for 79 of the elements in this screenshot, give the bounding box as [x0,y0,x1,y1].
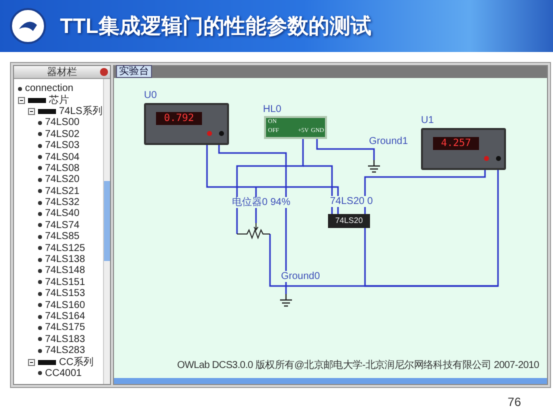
component-label: Ground0 [281,271,320,282]
voltmeter[interactable]: 0.792 [144,103,229,145]
leaf-dot-icon [38,189,42,194]
component-label: HL0 [263,104,282,115]
tree-item[interactable]: 74LS85 [45,231,80,242]
tree-item[interactable]: 74LS03 [45,140,80,152]
leaf-dot-icon [38,303,42,308]
meter-readout: 4.257 [433,137,479,150]
leaf-dot-icon [38,234,42,239]
vertical-scrollbar[interactable] [103,79,110,384]
workbench-tab[interactable]: 实验台 [116,65,152,78]
leaf-dot-icon [38,223,42,228]
tree-item[interactable]: 74LS175 [45,322,86,334]
panel-title: 器材栏 [47,66,77,79]
tree-item[interactable]: 74LS151 [45,276,86,288]
chip-icon [38,360,56,365]
ic-chip[interactable]: 74LS20 [328,214,370,228]
tree-item[interactable]: connection [25,83,74,94]
meter-readout: 0.792 [156,112,202,125]
component-label: U1 [421,115,434,126]
tree-item[interactable]: 74LS32 [45,197,80,208]
component-label: Ground1 [369,136,408,147]
slide-title: TTL集成逻辑门的性能参数的测试 [60,14,372,40]
leaf-dot-icon [38,132,42,136]
page-number: 76 [508,395,521,409]
leaf-dot-icon [38,371,42,376]
leaf-dot-icon [38,280,42,284]
potentiometer-icon [236,222,270,240]
voltmeter[interactable]: 4.257 [421,128,506,170]
copyright-text: OWLab DCS3.0.0 版权所有@北京邮电大学-北京润尼尔网络科技有限公司 2007-2010 [177,358,539,372]
tree-item[interactable]: 74LS系列 [59,106,102,117]
leaf-dot-icon [18,86,22,91]
tree-item[interactable]: 74LS21 [45,186,80,197]
leaf-dot-icon [38,292,42,296]
chip-icon [28,98,46,103]
leaf-dot-icon [38,155,42,160]
university-logo-icon [10,8,46,44]
leaf-dot-icon [38,337,42,342]
leaf-dot-icon [38,326,42,330]
horizontal-scrollbar[interactable] [114,378,547,384]
expand-toggle[interactable] [18,96,25,104]
expand-toggle[interactable] [28,108,35,115]
leaf-dot-icon [38,348,42,353]
leaf-dot-icon [38,246,42,250]
component-label: 74LS20 0 [330,196,373,207]
tree-item[interactable]: 74LS02 [45,128,80,140]
tree-item[interactable]: 74LS148 [45,265,86,276]
tree-item[interactable]: 74LS138 [45,254,86,266]
tree-item[interactable]: 74LS283 [45,345,86,356]
leaf-dot-icon [38,212,42,216]
component-label: 电位器0 94% [232,197,290,208]
tree-item[interactable]: 74LS00 [45,117,80,128]
leaf-dot-icon [38,144,42,148]
leaf-dot-icon [38,314,42,318]
tree-item[interactable]: CC4001 [45,368,82,379]
tree-item[interactable]: 芯片 [49,94,69,106]
close-icon[interactable] [100,68,108,76]
leaf-dot-icon [38,178,42,182]
tree-item[interactable]: 74LS160 [45,300,86,311]
tree-item[interactable]: 74LS08 [45,162,80,174]
leaf-dot-icon [38,120,42,125]
leaf-dot-icon [38,166,42,170]
leaf-dot-icon [38,258,42,262]
leaf-dot-icon [38,268,42,273]
expand-toggle[interactable] [28,358,35,366]
tree-item[interactable]: 74LS153 [45,288,86,300]
tree-item[interactable]: 74LS20 [45,174,80,186]
leaf-dot-icon [38,200,42,205]
tree-item[interactable]: 74LS40 [45,208,80,220]
tree-item[interactable]: 74LS04 [45,152,80,163]
tree-item[interactable]: CC系列 [59,356,94,368]
tree-item[interactable]: 74LS164 [45,311,86,322]
ground-symbol-icon [368,160,380,173]
tree-item[interactable]: 74LS74 [45,220,80,231]
tree-item[interactable]: 74LS125 [45,242,86,254]
ground-symbol-icon [280,294,292,307]
component-label: U0 [144,90,157,101]
chip-icon [38,108,56,114]
tree-item[interactable]: 74LS183 [45,334,86,345]
